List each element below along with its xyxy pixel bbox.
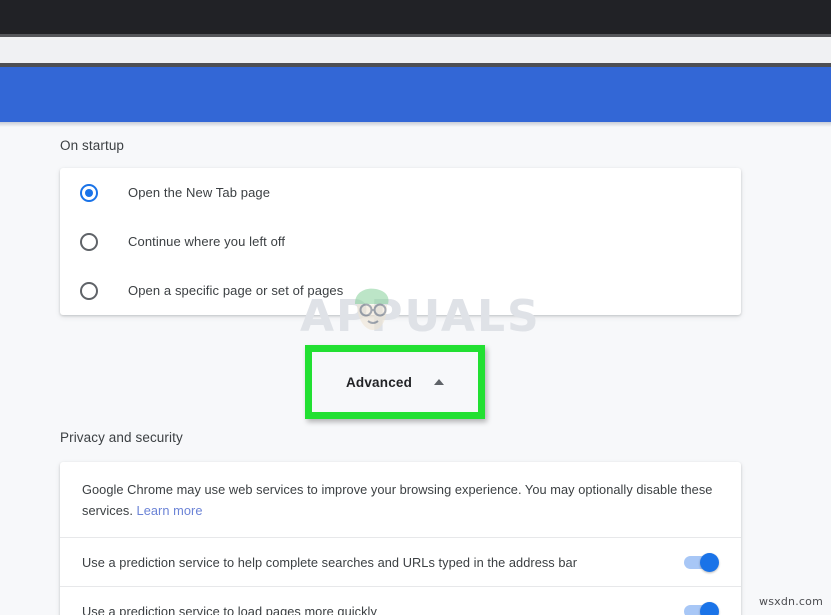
settings-content: On startup Open the New Tab page Continu…: [0, 127, 831, 615]
on-startup-card: Open the New Tab page Continue where you…: [60, 168, 741, 315]
radio-button-unselected[interactable]: [80, 232, 98, 251]
privacy-toggle-label: Use a prediction service to load pages m…: [82, 603, 377, 615]
toggle-switch[interactable]: [684, 552, 719, 572]
toggle-knob: [700, 601, 719, 615]
site-watermark: wsxdn.com: [759, 595, 823, 608]
window-title-bar: [0, 0, 831, 34]
startup-option-label: Open the New Tab page: [128, 185, 271, 200]
privacy-and-security-card: Google Chrome may use web services to im…: [60, 462, 741, 615]
startup-option-row[interactable]: Open a specific page or set of pages: [60, 266, 741, 315]
startup-option-row[interactable]: Open the New Tab page: [60, 168, 741, 217]
toggle-switch[interactable]: [684, 601, 719, 615]
toggle-knob: [700, 552, 719, 572]
startup-option-row[interactable]: Continue where you left off: [60, 217, 741, 266]
startup-option-label: Continue where you left off: [128, 234, 286, 249]
privacy-toggle-label: Use a prediction service to help complet…: [82, 554, 578, 570]
advanced-highlight-annotation: [305, 345, 485, 419]
privacy-toggle-row[interactable]: Use a prediction service to load pages m…: [60, 587, 741, 615]
startup-option-label: Open a specific page or set of pages: [128, 283, 344, 298]
browser-settings-screenshot: Search settings On startup Open the New …: [0, 0, 831, 615]
learn-more-link[interactable]: Learn more: [137, 503, 203, 518]
privacy-description: Google Chrome may use web services to im…: [60, 462, 741, 537]
privacy-section-title: Privacy and security: [60, 430, 183, 445]
radio-button-unselected[interactable]: [80, 281, 98, 300]
browser-toolbar-strip: [0, 37, 831, 63]
settings-header-bar: Search settings: [0, 67, 831, 186]
on-startup-section-title: On startup: [60, 138, 125, 153]
radio-button-selected[interactable]: [80, 183, 98, 202]
privacy-toggle-row[interactable]: Use a prediction service to help complet…: [60, 538, 741, 586]
